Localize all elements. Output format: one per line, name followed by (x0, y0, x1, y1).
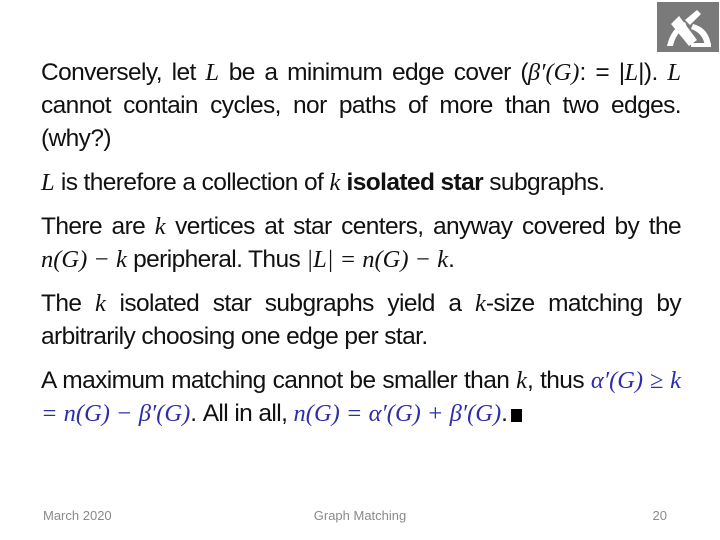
text: A maximum matching cannot be smaller tha… (41, 367, 517, 394)
math-k: k (516, 367, 527, 394)
math-L: L (624, 59, 639, 86)
math-k: k (329, 169, 341, 196)
technion-logo-icon (667, 10, 711, 47)
math-k: k (474, 290, 486, 317)
text: is therefore a collection of (54, 169, 330, 196)
text: |). (638, 59, 668, 86)
text: cannot contain cycles, nor paths of more… (41, 92, 682, 152)
text: : = | (579, 59, 625, 86)
math-gallai-identity: n(G) = α′(G) + β′(G) (293, 400, 502, 427)
slide-body: Conversely, let L be a minimum edge cove… (41, 56, 682, 441)
paragraph-edge-cover: Conversely, let L be a minimum edge cove… (41, 56, 682, 155)
paragraph-isolated-stars: L is therefore a collection of k isolate… (41, 166, 681, 199)
text: . All in all, (190, 400, 294, 427)
math-expression: n(G) − k (41, 246, 127, 273)
footer-title: Graph Matching (313, 508, 407, 523)
math-k: k (95, 290, 106, 317)
text: , thus (527, 367, 591, 394)
bold-term: isolated star (346, 169, 484, 196)
text: There are (41, 213, 155, 240)
text: be a minimum edge cover ( (219, 59, 529, 86)
technion-logo (657, 2, 719, 52)
math-L: L (667, 59, 681, 86)
text: . (501, 400, 508, 427)
math-k: k (154, 213, 166, 240)
text: Conversely, let (41, 59, 206, 86)
math-L: L (41, 169, 55, 196)
math-beta-prime: β′(G) (527, 59, 580, 86)
text: . (448, 246, 455, 273)
paragraph-conclusion: A maximum matching cannot be smaller tha… (41, 364, 681, 430)
paragraph-matching: The k isolated star subgraphs yield a k-… (41, 287, 682, 353)
math-expression: |L| = n(G) − k (306, 246, 449, 273)
text: The (41, 290, 96, 317)
text: subgraphs. (483, 169, 605, 196)
text: isolated star subgraphs yield a (105, 290, 475, 317)
qed-square-icon (511, 409, 523, 422)
paragraph-star-centers: There are k vertices at star centers, an… (41, 210, 682, 276)
math-L: L (205, 59, 220, 86)
text: peripheral. Thus (126, 246, 307, 273)
page-number: 20 (652, 508, 667, 523)
text: vertices at star centers, anyway covered… (165, 213, 681, 240)
